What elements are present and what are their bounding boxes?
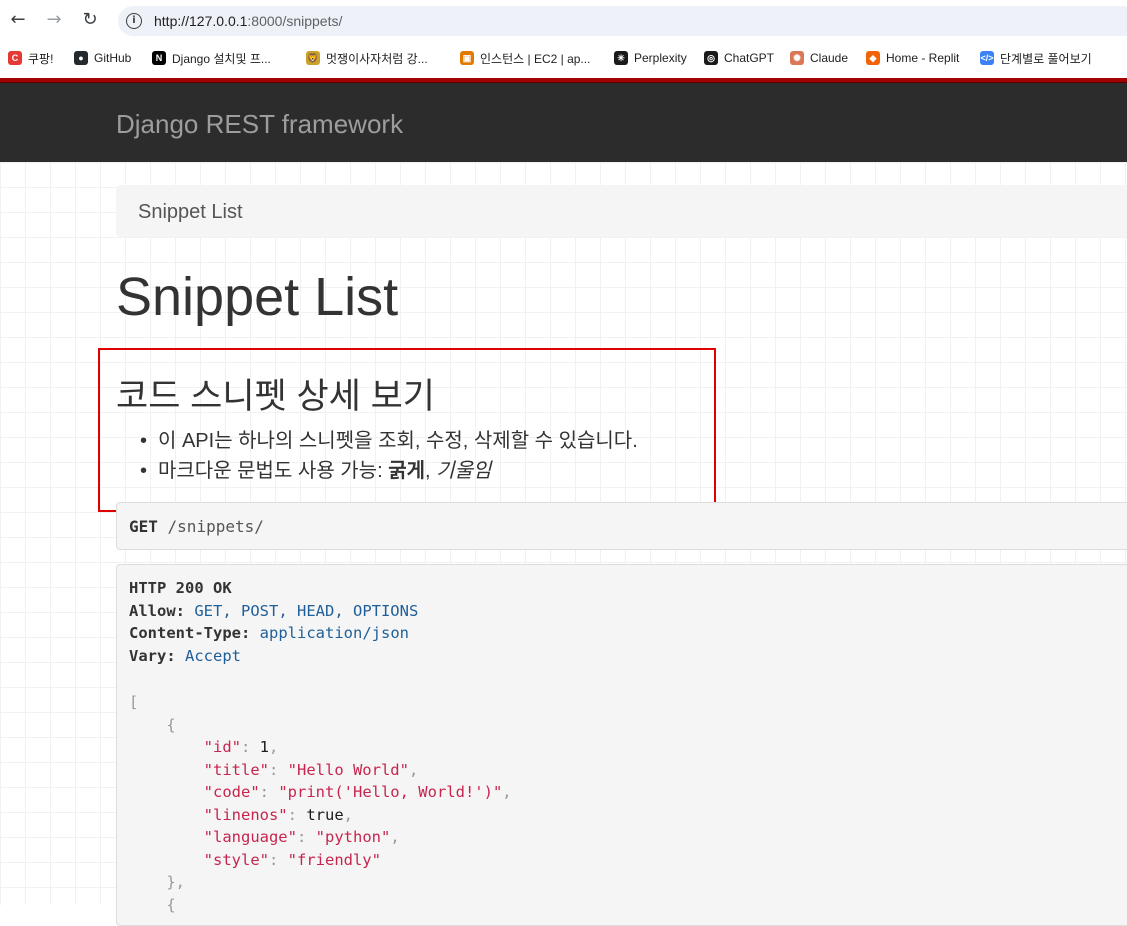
- bookmark-label: 쿠팡!: [28, 51, 54, 66]
- info-icon[interactable]: i: [126, 13, 142, 29]
- bookmark-label: 단계별로 풀어보기: [1000, 51, 1092, 66]
- description-title: 코드 스니펫 상세 보기: [116, 377, 435, 416]
- request-path: /snippets/: [157, 517, 264, 536]
- bookmark-label: GitHub: [94, 51, 132, 65]
- header-vary: Vary: Accept: [129, 647, 242, 665]
- header-allow: Allow: GET, POST, HEAD, OPTIONS: [129, 602, 419, 620]
- response-status: HTTP 200 OK: [129, 579, 232, 597]
- back-arrow-icon[interactable]: ←: [8, 10, 28, 30]
- bookmark-label: ChatGPT: [724, 51, 775, 65]
- list-item: 마크다운 문법도 사용 가능: 굵게, 기울임: [140, 456, 638, 486]
- bookmark-item[interactable]: 🦁 멋쟁이사자처럼 강...: [306, 49, 428, 67]
- bookmark-item[interactable]: </> 단계별로 풀어보기: [980, 49, 1092, 67]
- list-item: 이 API는 하나의 스니펫을 조회, 수정, 삭제할 수 있습니다.: [140, 426, 638, 456]
- bookmark-item[interactable]: ● GitHub: [74, 49, 131, 67]
- bookmark-label: Django 설치및 프...: [172, 51, 271, 66]
- bookmark-item[interactable]: ✳ Perplexity: [614, 49, 687, 67]
- bookmark-label: Home - Replit: [886, 51, 960, 65]
- bookmark-label: 멋쟁이사자처럼 강...: [326, 51, 428, 66]
- url-text: http://127.0.0.1:8000/snippets/: [154, 13, 343, 29]
- bookmark-item[interactable]: ▣ 인스턴스 | EC2 | ap...: [460, 49, 590, 67]
- bookmark-item[interactable]: C 쿠팡!: [8, 49, 53, 67]
- bookmark-label: Perplexity: [634, 51, 687, 65]
- forward-arrow-icon[interactable]: →: [44, 10, 64, 30]
- header-content-type: Content-Type: application/json: [129, 624, 409, 642]
- breadcrumb-item-snippet-list[interactable]: Snippet List: [138, 201, 243, 224]
- bookmark-item[interactable]: ✺ Claude: [790, 49, 848, 67]
- bookmark-favicon-icon: </>: [980, 51, 994, 65]
- reload-icon[interactable]: ↻: [80, 10, 100, 30]
- bookmark-item[interactable]: ◆ Home - Replit: [866, 49, 959, 67]
- bookmark-favicon-icon: ✺: [790, 51, 804, 65]
- address-bar[interactable]: i http://127.0.0.1:8000/snippets/: [118, 6, 1127, 36]
- bookmark-favicon-icon: ●: [74, 51, 88, 65]
- bookmark-label: 인스턴스 | EC2 | ap...: [480, 51, 591, 66]
- bookmark-item[interactable]: N Django 설치및 프...: [152, 49, 271, 67]
- json-body: [ { "id": 1, "title": "Hello World", "co…: [129, 693, 512, 914]
- bookmark-favicon-icon: C: [8, 51, 22, 65]
- bookmark-favicon-icon: ◆: [866, 51, 880, 65]
- breadcrumb: Snippet List: [116, 185, 1127, 237]
- bookmarks-bar: C 쿠팡! ● GitHub N Django 설치및 프... 🦁 멋쟁이사자처럼 강...…: [0, 42, 1127, 74]
- bookmark-item[interactable]: ◎ ChatGPT: [704, 49, 774, 67]
- bookmark-favicon-icon: ◎: [704, 51, 718, 65]
- drf-navbar: Django REST framework: [0, 82, 1127, 162]
- description-list: 이 API는 하나의 스니펫을 조회, 수정, 삭제할 수 있습니다. 마크다운…: [140, 426, 638, 486]
- bookmark-favicon-icon: N: [152, 51, 166, 65]
- page-title: Snippet List: [116, 267, 399, 327]
- bookmark-label: Claude: [810, 51, 849, 65]
- bookmark-favicon-icon: ✳: [614, 51, 628, 65]
- bookmark-favicon-icon: ▣: [460, 51, 474, 65]
- request-info: GET /snippets/: [116, 502, 1127, 550]
- drf-brand-link[interactable]: Django REST framework: [116, 109, 403, 140]
- browser-toolbar: ← → ↻ i http://127.0.0.1:8000/snippets/: [0, 0, 1127, 42]
- response-info: HTTP 200 OK Allow: GET, POST, HEAD, OPTI…: [116, 564, 1127, 926]
- bookmark-favicon-icon: 🦁: [306, 51, 320, 65]
- request-method: GET: [129, 517, 158, 536]
